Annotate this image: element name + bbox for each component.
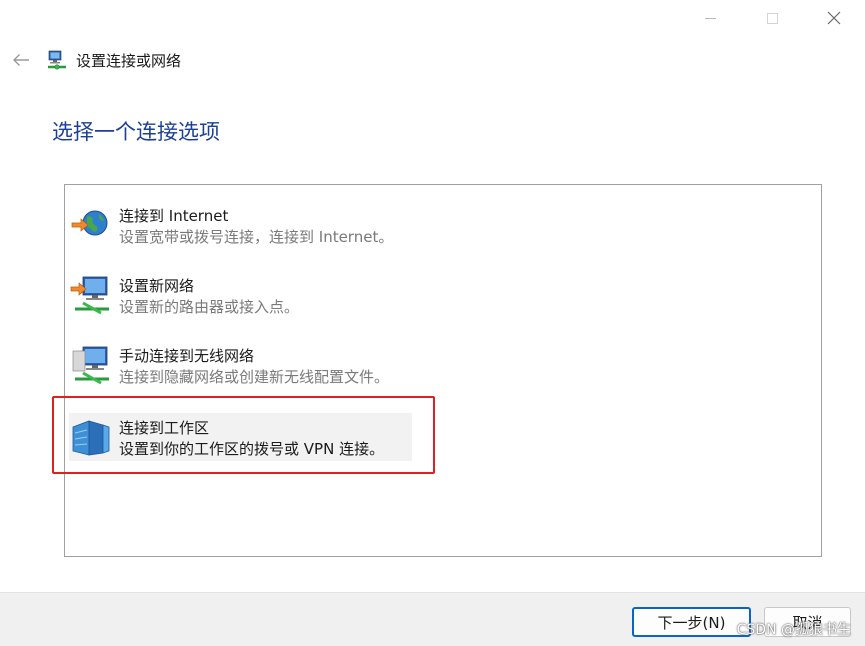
next-button[interactable]: 下一步(N) [632, 607, 751, 637]
minimize-button[interactable] [679, 0, 741, 36]
back-button[interactable] [0, 53, 38, 67]
maximize-icon [766, 12, 778, 24]
footer-bar: 下一步(N) 取消 CSDN @孤狼书生 [0, 592, 865, 646]
workplace-icon [72, 420, 110, 456]
new-network-icon [70, 276, 109, 315]
window-controls [679, 0, 865, 36]
option-title: 设置新网络 [119, 277, 195, 295]
watermark: CSDN @孤狼书生 [736, 622, 851, 638]
connection-options-list: 连接到 Internet 设置宽带或拨号连接，连接到 Internet。 设置新… [64, 184, 822, 557]
close-button[interactable] [803, 0, 865, 36]
option-title: 手动连接到无线网络 [119, 347, 255, 365]
back-arrow-icon [13, 54, 29, 66]
option-description: 连接到隐藏网络或创建新无线配置文件。 [119, 368, 390, 386]
minimize-icon [704, 17, 716, 19]
page-title: 选择一个连接选项 [52, 120, 220, 144]
window-title: 设置连接或网络 [76, 51, 182, 70]
wireless-network-icon [72, 346, 109, 385]
maximize-button[interactable] [741, 0, 803, 36]
option-description: 设置新的路由器或接入点。 [119, 298, 300, 316]
globe-network-icon [71, 210, 108, 236]
close-icon [827, 11, 841, 25]
option-connect-internet[interactable]: 连接到 Internet 设置宽带或拨号连接，连接到 Internet。 [69, 201, 412, 249]
option-description: 设置宽带或拨号连接，连接到 Internet。 [119, 228, 394, 246]
option-manual-wireless[interactable]: 手动连接到无线网络 连接到隐藏网络或创建新无线配置文件。 [69, 341, 412, 389]
option-connect-workplace[interactable]: 连接到工作区 设置到你的工作区的拨号或 VPN 连接。 [69, 413, 412, 461]
option-title: 连接到 Internet [119, 207, 229, 225]
network-setup-icon [48, 50, 66, 70]
option-new-network[interactable]: 设置新网络 设置新的路由器或接入点。 [69, 271, 412, 319]
header: 设置连接或网络 [0, 44, 181, 76]
option-description: 设置到你的工作区的拨号或 VPN 连接。 [119, 440, 385, 458]
option-title: 连接到工作区 [119, 419, 210, 437]
